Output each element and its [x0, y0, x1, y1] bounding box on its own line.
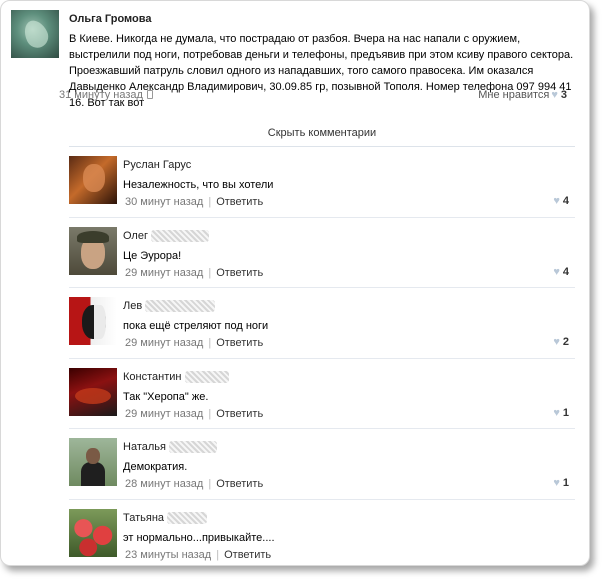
comment-text: эт нормально...привыкайте....	[123, 531, 275, 544]
post-meta: 31 минуту назад Мне нравится ♥ 3	[59, 89, 569, 103]
post-card: Ольга Громова В Киеве. Никогда не думала…	[0, 0, 590, 566]
hide-comments-link[interactable]: Скрыть комментарии	[69, 121, 575, 145]
comment-time[interactable]: 29 минут назад	[125, 337, 203, 349]
commenter-avatar[interactable]	[69, 297, 117, 345]
comment: Наталья Демократия. 28 минут назад | Ответ…	[69, 429, 575, 500]
heart-icon: ♥	[553, 477, 560, 489]
comment-text: Демократия.	[123, 461, 188, 473]
divider: |	[208, 478, 212, 490]
comment-like-button[interactable]: ♥ 4	[551, 195, 569, 207]
comment-like-count: 4	[562, 265, 569, 278]
commenter-avatar[interactable]	[69, 367, 117, 416]
comment-time[interactable]: 30 минут назад	[125, 196, 203, 208]
divider: |	[208, 266, 212, 279]
post-like-label: Мне нравится	[478, 89, 550, 101]
comment-like-button[interactable]: ♥ 4	[551, 266, 569, 278]
reply-button[interactable]: Ответить	[216, 408, 263, 420]
post-like-button[interactable]: Мне нравится ♥ 3	[478, 89, 567, 101]
commenter-name[interactable]: Константин	[123, 371, 181, 383]
comment: Лев пока ещё стреляют под ноги 29 минут …	[69, 288, 575, 359]
commenter-avatar[interactable]	[69, 438, 117, 486]
commenter-name[interactable]: Татьяна	[123, 512, 164, 524]
comment: Руслан Гарус Незалежность, что вы хотели…	[69, 147, 575, 218]
reply-button[interactable]: Ответить	[216, 196, 263, 208]
redacted-surname	[151, 229, 210, 242]
commenter-avatar[interactable]	[69, 508, 117, 557]
post-author-avatar[interactable]	[11, 10, 59, 58]
commenter-name[interactable]: Лев	[123, 300, 142, 312]
heart-icon: ♥	[553, 195, 560, 207]
comment-text: Це Эурора!	[123, 249, 182, 262]
post-author-name[interactable]: Ольга Громова	[69, 12, 151, 26]
comment-like-count: 1	[562, 406, 569, 419]
reply-button[interactable]: Ответить	[216, 478, 263, 490]
redacted-surname	[145, 300, 216, 313]
divider: |	[208, 407, 212, 420]
commenter-name[interactable]: Наталья	[123, 441, 166, 453]
commenter-avatar[interactable]	[69, 156, 117, 204]
divider: |	[208, 196, 212, 208]
reply-button[interactable]: Ответить	[216, 267, 263, 279]
comment-like-button[interactable]: ♥ 2	[551, 336, 569, 348]
redacted-surname	[169, 441, 218, 454]
redacted-surname	[184, 370, 229, 383]
comment-like-button[interactable]: ♥ 1	[551, 407, 569, 419]
comment-like-count: 1	[562, 477, 569, 489]
comment: Константин Так "Херопа" же. 29 минут наз…	[69, 359, 575, 429]
heart-icon: ♥	[553, 406, 560, 419]
comment-like-count: 4	[562, 195, 569, 207]
post-time[interactable]: 31 минуту назад	[59, 89, 143, 101]
redacted-surname	[167, 511, 208, 524]
comment-time[interactable]: 23 минуты назад	[125, 549, 211, 561]
comment-time[interactable]: 29 минут назад	[125, 267, 203, 279]
heart-icon: ♥	[551, 89, 558, 101]
reply-button[interactable]: Ответить	[224, 549, 271, 561]
comment: Татьяна эт нормально...привыкайте.... 23…	[69, 500, 575, 566]
comment-text: Незалежность, что вы хотели	[123, 179, 274, 191]
divider: |	[208, 337, 212, 349]
comment: Олег Це Эурора! 29 минут назад | Ответить …	[69, 218, 575, 288]
reply-button[interactable]: Ответить	[216, 337, 263, 349]
commenter-avatar[interactable]	[69, 226, 117, 275]
heart-icon: ♥	[553, 265, 560, 278]
post-like-count: 3	[560, 89, 567, 101]
comment-text: Так "Херопа" же.	[123, 390, 209, 403]
comment-text: пока ещё стреляют под ноги	[123, 320, 269, 332]
comment-list: Руслан Гарус Незалежность, что вы хотели…	[69, 147, 575, 566]
comment-time[interactable]: 29 минут назад	[125, 408, 203, 420]
comment-time[interactable]: 28 минут назад	[125, 478, 203, 490]
comment-like-count: 2	[562, 336, 569, 348]
divider: |	[216, 548, 220, 561]
commenter-name[interactable]: Олег	[123, 230, 148, 242]
comment-like-button[interactable]: ♥ 1	[551, 477, 569, 489]
mobile-icon	[146, 90, 153, 99]
commenter-name[interactable]: Руслан Гарус	[123, 159, 191, 171]
heart-icon: ♥	[553, 336, 560, 348]
